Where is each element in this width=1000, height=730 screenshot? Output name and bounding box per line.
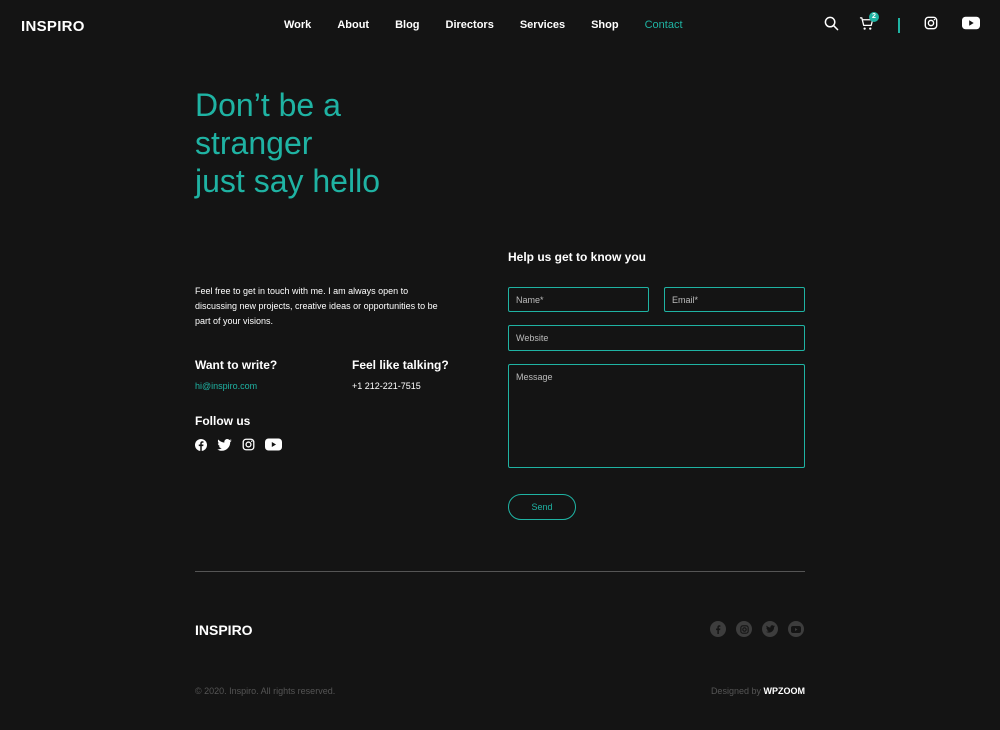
intro-text: Feel free to get in touch with me. I am …	[195, 286, 438, 326]
send-button[interactable]: Send	[508, 494, 576, 520]
website-field[interactable]	[508, 325, 805, 351]
social-links	[195, 438, 282, 456]
hero-line: Don’t be a	[195, 87, 341, 123]
nav-shop[interactable]: Shop	[591, 19, 619, 31]
nav-about[interactable]: About	[337, 19, 369, 31]
search-icon[interactable]	[824, 16, 839, 36]
write-label: Want to write?	[195, 358, 278, 372]
instagram-icon[interactable]	[924, 16, 938, 35]
footer-divider	[195, 571, 805, 572]
nav-blog[interactable]: Blog	[395, 19, 419, 31]
email-link[interactable]: hi@inspiro.com	[195, 381, 257, 391]
cart-icon[interactable]: 2	[859, 12, 879, 36]
youtube-icon[interactable]	[788, 621, 804, 637]
follow-label: Follow us	[195, 414, 251, 428]
header-actions: 2	[824, 12, 984, 36]
designer-credit: Designed by WPZOOM	[711, 686, 805, 696]
credit-prefix: Designed by	[710, 686, 761, 696]
main-nav: Work About Blog Directors Services Shop …	[284, 19, 709, 31]
message-field[interactable]	[508, 364, 805, 468]
nav-contact[interactable]: Contact	[645, 19, 683, 31]
hero-heading: Don’t be a stranger just say hello	[195, 86, 495, 200]
talk-label: Feel like talking?	[352, 358, 449, 372]
hero-line: just say hello	[195, 163, 380, 199]
twitter-icon[interactable]	[762, 621, 778, 637]
footer-logo[interactable]: INSPIRO	[195, 622, 253, 638]
youtube-icon[interactable]	[962, 16, 980, 35]
facebook-icon[interactable]	[195, 438, 207, 456]
youtube-icon[interactable]	[265, 438, 282, 456]
site-logo[interactable]: INSPIRO	[21, 18, 85, 35]
name-field[interactable]	[508, 287, 649, 312]
instagram-icon[interactable]	[242, 438, 255, 456]
header-divider	[898, 18, 900, 33]
email-field[interactable]	[664, 287, 805, 312]
phone-number: +1 212-221-7515	[352, 381, 421, 391]
twitter-icon[interactable]	[217, 438, 232, 456]
hero-line: stranger	[195, 125, 313, 161]
footer-social-links	[710, 621, 804, 637]
form-title: Help us get to know you	[508, 250, 647, 264]
instagram-icon[interactable]	[736, 621, 752, 637]
cart-count-badge: 2	[869, 12, 879, 22]
facebook-icon[interactable]	[710, 621, 726, 637]
copyright-text: © 2020. Inspiro. All rights reserved.	[195, 686, 336, 696]
credit-brand-link[interactable]: WPZOOM	[764, 686, 806, 696]
nav-services[interactable]: Services	[520, 19, 565, 31]
nav-work[interactable]: Work	[284, 19, 311, 31]
nav-directors[interactable]: Directors	[446, 19, 494, 31]
